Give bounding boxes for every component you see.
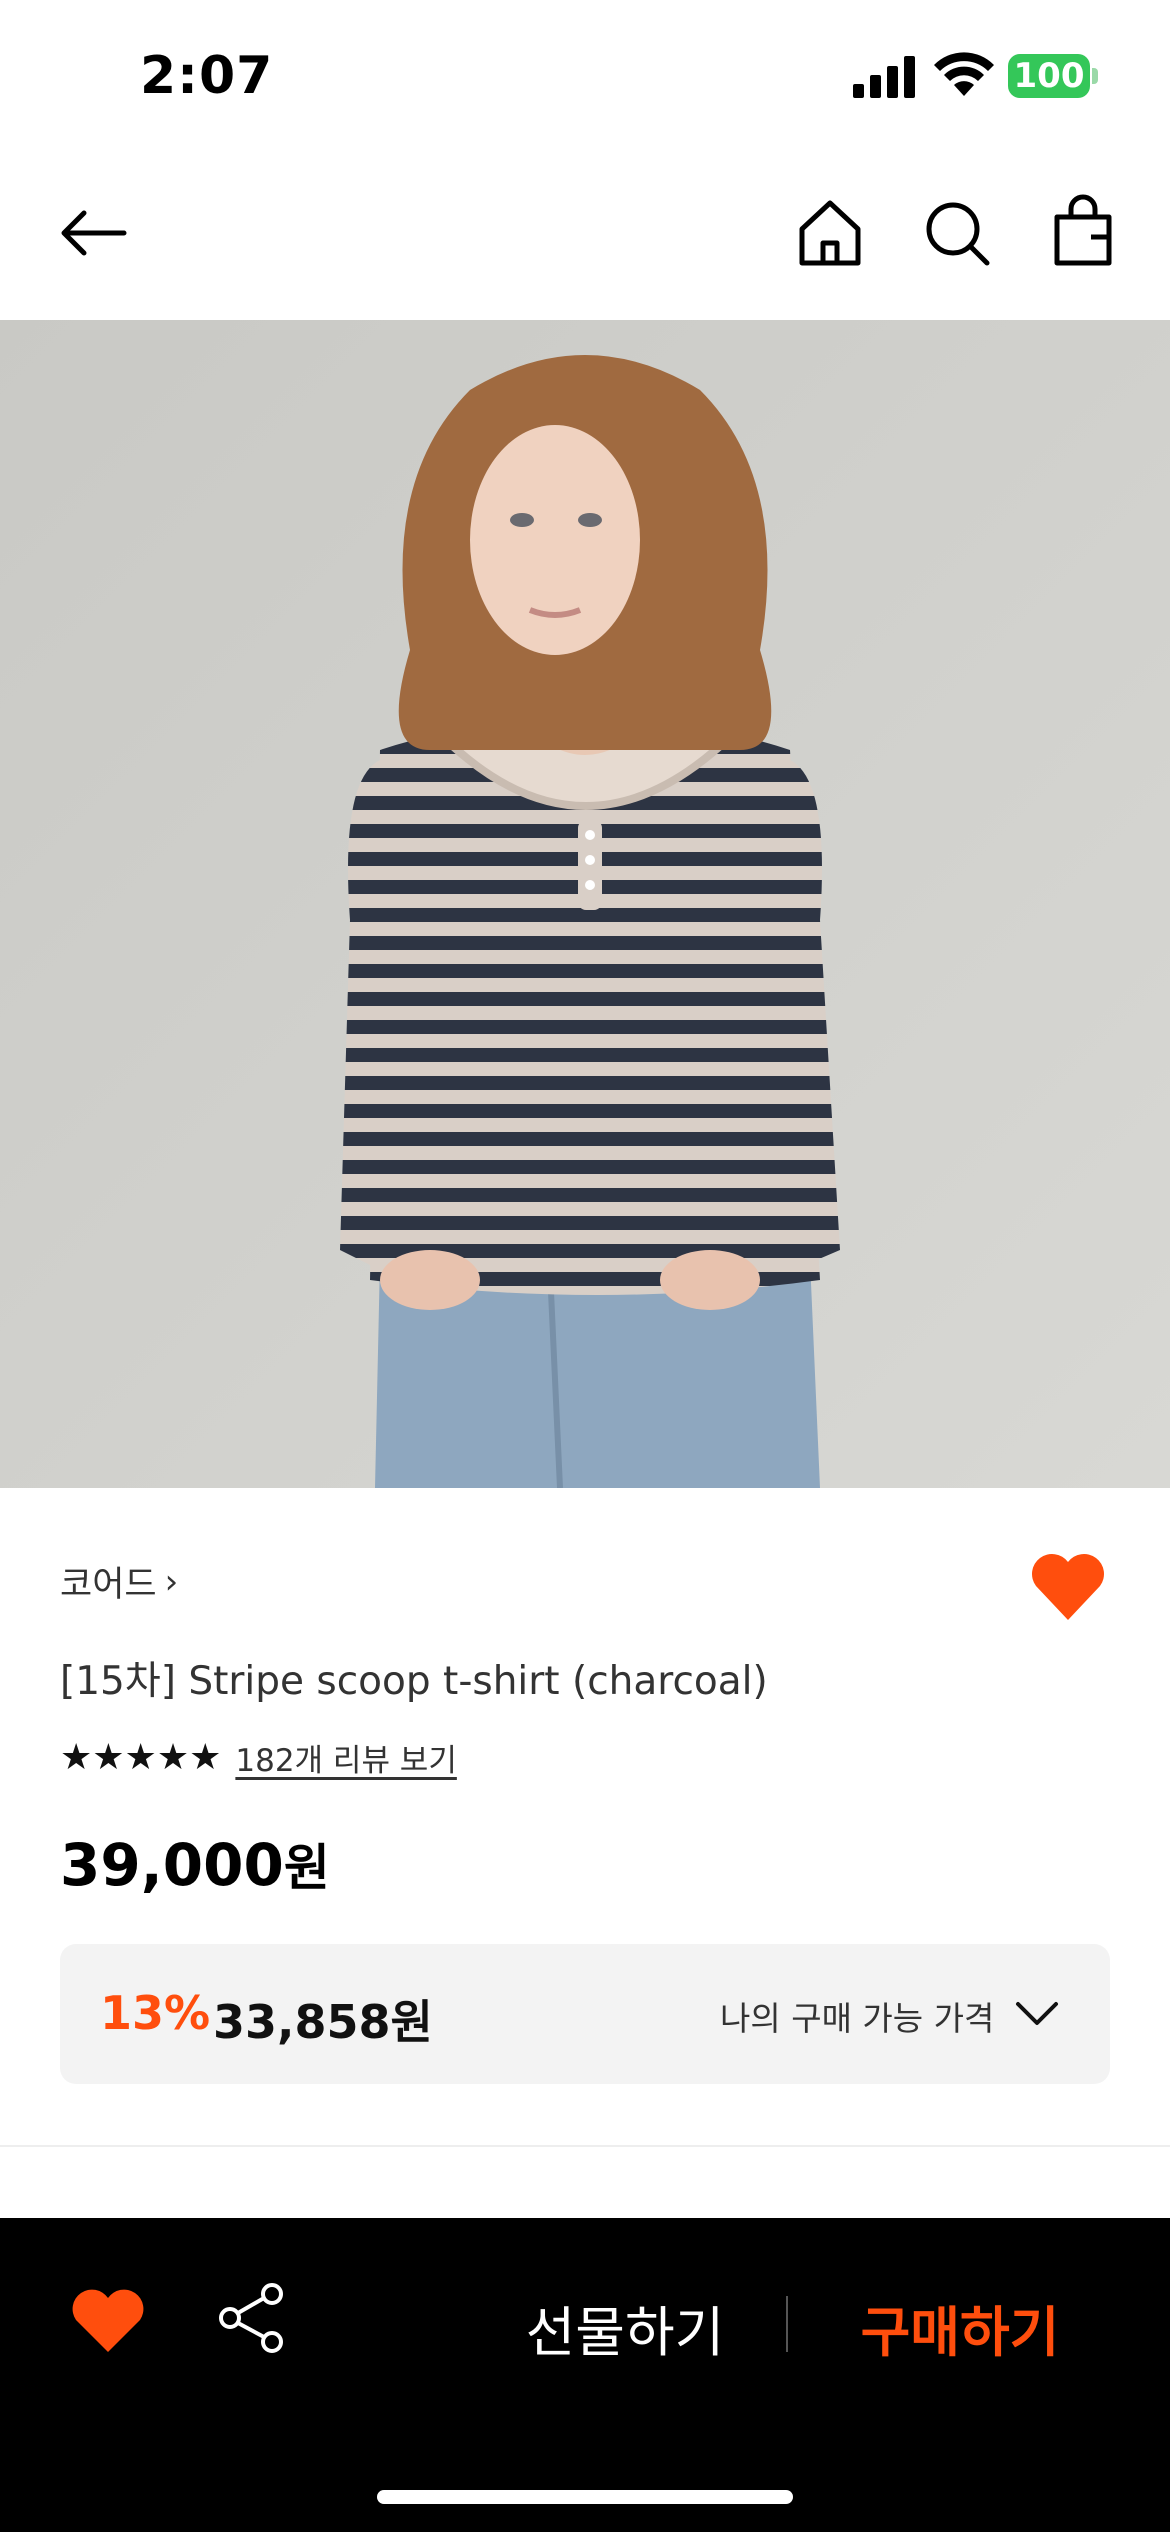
bottom-separator (786, 2296, 788, 2352)
status-bar: 2:07 100 (0, 0, 1170, 150)
price-unit: 원 (283, 1839, 330, 1897)
search-button[interactable] (917, 193, 997, 273)
heart-icon[interactable] (70, 2288, 146, 2354)
discount-price: 33,858원 (213, 1995, 433, 2049)
share-icon[interactable] (216, 2280, 288, 2356)
home-icon (799, 200, 861, 266)
product-image[interactable] (0, 320, 1170, 1488)
chevron-down-icon (1016, 2002, 1058, 2025)
discount-label: 나의 구매 가능 가격 (720, 1999, 995, 2038)
product-title: [15차] Stripe scoop t-shirt (charcoal) (60, 1659, 768, 1704)
star-rating-icon: ★★★★★ (60, 1737, 222, 1778)
battery-tip (1092, 68, 1098, 84)
search-icon (926, 202, 990, 266)
back-button[interactable] (54, 193, 134, 273)
cellular-signal-icon (853, 56, 915, 98)
arrow-left-icon (61, 210, 127, 256)
review-link[interactable]: 182개 리뷰 보기 (235, 1735, 456, 1780)
home-button[interactable] (790, 193, 870, 273)
wifi-icon (934, 52, 994, 96)
shopping-bag-icon (1054, 194, 1112, 266)
chevron-right-icon: › (164, 1561, 179, 1602)
discount-rate: 13% (100, 1986, 211, 2040)
rating-row: ★★★★★ 182개 리뷰 보기 (60, 1735, 457, 1780)
model-photo (0, 320, 1170, 1488)
product-price: 39,000원 (60, 1828, 330, 1900)
brand-name: 코어드 (60, 1565, 157, 1605)
status-time: 2:07 (140, 46, 274, 106)
brand-link[interactable]: 코어드 › (60, 1556, 178, 1607)
section-divider (0, 2145, 1170, 2147)
battery-indicator: 100 (1008, 54, 1090, 98)
heart-icon[interactable] (1030, 1552, 1106, 1622)
cart-button[interactable] (1043, 193, 1123, 273)
home-indicator (377, 2490, 793, 2504)
bottom-action-bar: 선물하기 구매하기 (0, 2218, 1170, 2532)
price-number: 39,000 (60, 1831, 284, 1899)
top-navigation (0, 150, 1170, 321)
buy-button[interactable]: 구매하기 (840, 2288, 1080, 2364)
discount-price-box[interactable]: 13% 33,858원 나의 구매 가능 가격 (60, 1944, 1110, 2084)
gift-button[interactable]: 선물하기 (505, 2288, 745, 2364)
